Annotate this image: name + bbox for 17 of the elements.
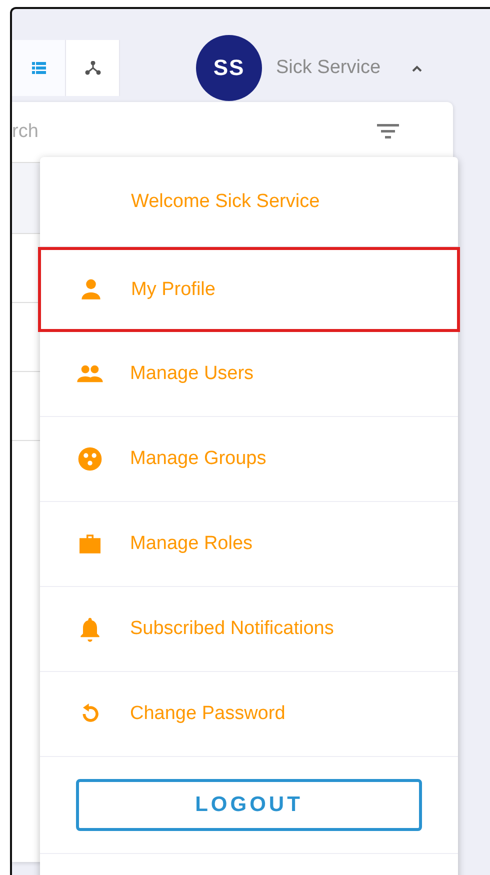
user-avatar[interactable]: SS [196, 35, 262, 101]
hierarchy-icon [84, 61, 100, 75]
menu-item[interactable]: My Profile [38, 247, 460, 332]
menu-item[interactable]: Manage Roles [40, 502, 458, 587]
search-field[interactable]: rch [12, 121, 72, 143]
caret-icon[interactable] [410, 64, 423, 72]
filter-icon[interactable] [377, 124, 399, 140]
circle-dots-icon [76, 445, 104, 473]
menu-item[interactable]: Subscribed Notifications [40, 587, 458, 672]
menu-item[interactable]: Change Password [40, 672, 458, 757]
logout-button[interactable]: LOGOUT [76, 779, 422, 831]
menu-item[interactable]: Manage Groups [40, 417, 458, 502]
list-icon [32, 62, 46, 74]
menu-item[interactable]: Manage Users [40, 332, 458, 417]
view-tab[interactable] [12, 40, 66, 96]
welcome-text: Welcome Sick Service [131, 190, 320, 212]
user-name[interactable]: Sick Service [276, 57, 381, 79]
